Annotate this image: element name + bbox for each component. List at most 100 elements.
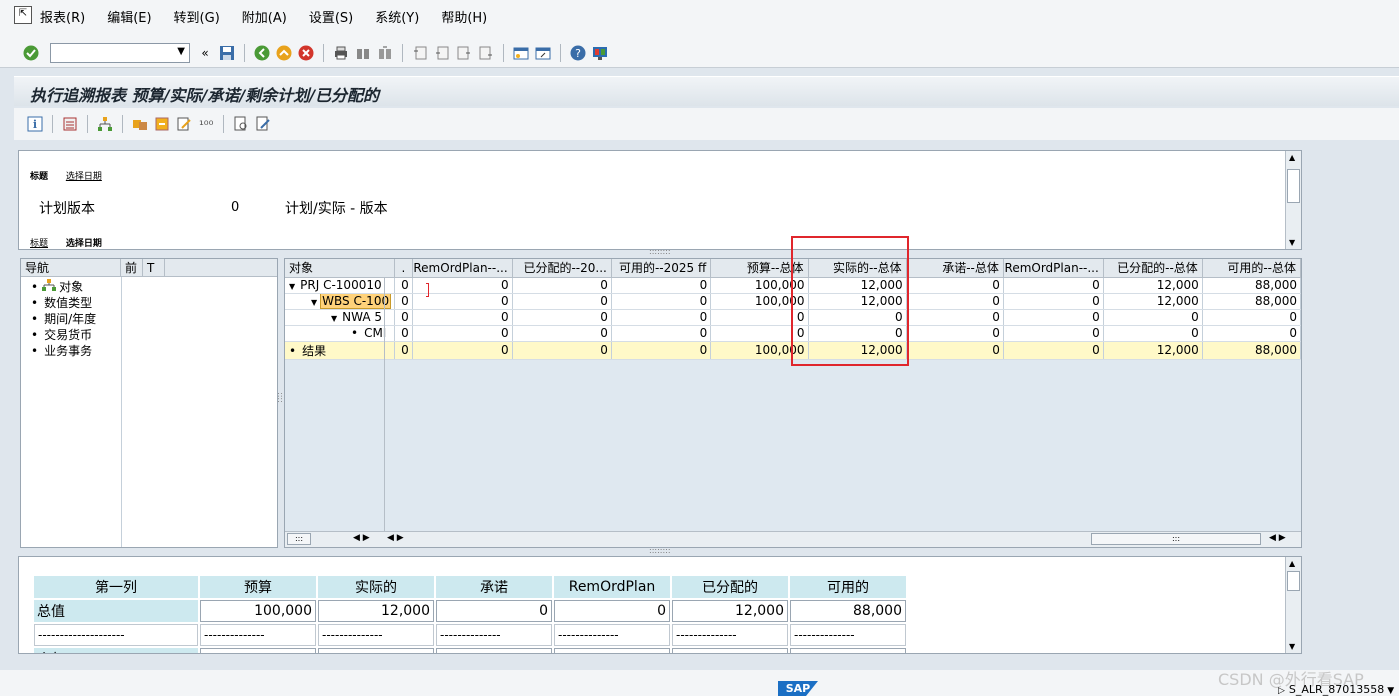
scroll-down-icon[interactable]: ▼	[1289, 238, 1295, 247]
document-search-icon[interactable]	[232, 115, 250, 133]
export-icon[interactable]	[153, 115, 171, 133]
hierarchy-icon[interactable]	[96, 115, 114, 133]
scroll-thumb-right[interactable]: :::	[1091, 533, 1261, 545]
save-icon[interactable]	[218, 44, 236, 62]
expand-arrow-icon[interactable]: ▼	[311, 298, 317, 307]
nav-item-value-type[interactable]: • 数值类型	[31, 295, 277, 311]
double-chevron-left-icon[interactable]: «	[196, 44, 214, 62]
find-icon[interactable]	[354, 44, 372, 62]
splitter-handle[interactable]: ::::::::	[649, 546, 671, 555]
summary-header-assigned: 已分配的	[672, 576, 788, 598]
previous-page-icon[interactable]	[433, 44, 451, 62]
next-page-icon[interactable]	[455, 44, 473, 62]
svg-text:i: i	[33, 118, 37, 131]
object-cell[interactable]: • 结果	[285, 341, 396, 360]
object-cell[interactable]: ▼ PRJ C-100010	[285, 277, 396, 294]
summary-vertical-scrollbar[interactable]: ▲ ▼	[1285, 557, 1301, 653]
scroll-thumb-left[interactable]: :::	[287, 533, 311, 545]
scroll-up-icon[interactable]: ▲	[1289, 153, 1295, 162]
scroll-thumb[interactable]	[1287, 169, 1300, 203]
table-cell: 12,000	[1103, 293, 1203, 310]
table-cell: 0	[611, 341, 712, 360]
find-next-icon[interactable]	[376, 44, 394, 62]
system-info[interactable]: ▷ S_ALR_87013558 ▼	[1278, 683, 1394, 696]
summary-total-cell: 0	[554, 600, 670, 622]
sum-icon[interactable]: ¹⁰⁰	[197, 115, 215, 133]
menu-edit[interactable]: 编辑(E)	[107, 7, 151, 26]
menu-settings[interactable]: 设置(S)	[309, 7, 353, 26]
calculator-icon[interactable]	[61, 115, 79, 133]
menu-extras[interactable]: 附加(A)	[242, 7, 287, 26]
help-icon[interactable]: ?	[569, 44, 587, 62]
column-header-commitment-overall[interactable]: 承诺--总体	[906, 259, 1004, 278]
table-cell: 0	[412, 325, 513, 342]
table-cell: 0	[1003, 341, 1104, 360]
scroll-left-icon[interactable]: ◀ ▶	[353, 533, 370, 543]
menu-system[interactable]: 系统(Y)	[375, 7, 419, 26]
summary-total-label: 总值	[34, 600, 198, 622]
scroll-up-icon[interactable]: ▲	[1289, 559, 1295, 568]
info-icon[interactable]: i	[26, 115, 44, 133]
table-cell: 0	[611, 293, 712, 310]
column-header-available-overall[interactable]: 可用的--总体	[1202, 259, 1301, 278]
enter-check-icon[interactable]	[22, 44, 40, 62]
back-icon[interactable]	[253, 44, 271, 62]
table-cell: 0	[1003, 325, 1104, 342]
chevron-down-icon[interactable]: ▼	[1387, 686, 1394, 696]
scroll-arrows-icon[interactable]: ◀ ▶	[1269, 533, 1286, 543]
document-edit-icon[interactable]	[254, 115, 272, 133]
header-tab-title-link[interactable]: 标题	[30, 239, 48, 249]
play-icon[interactable]: ▷	[1278, 686, 1285, 696]
customize-layout-icon[interactable]	[591, 44, 609, 62]
scroll-down-icon[interactable]: ▼	[1289, 642, 1295, 651]
svg-text:¹⁰⁰: ¹⁰⁰	[199, 118, 214, 132]
transfer-icon[interactable]	[131, 115, 149, 133]
header-vertical-scrollbar[interactable]: ▲ ▼	[1285, 151, 1301, 249]
menu-help[interactable]: 帮助(H)	[441, 7, 487, 26]
header-tab-title[interactable]: 标题	[30, 172, 48, 182]
column-header-object[interactable]: 对象	[285, 259, 396, 278]
expand-arrow-icon[interactable]: ▼	[289, 282, 295, 291]
column-header-assigned-year[interactable]: 已分配的--20...	[512, 259, 612, 278]
shortcut-icon[interactable]	[534, 44, 552, 62]
chevron-down-icon[interactable]: ▼	[177, 46, 185, 57]
column-header-dot[interactable]: .	[394, 259, 413, 278]
navigation-list: • 对象 • 数值类型 • 期间/年度 • 交易货币 • 业务事务	[21, 277, 277, 359]
nav-header-front: 前	[121, 259, 143, 276]
table-cell: 0	[611, 325, 712, 342]
splitter-handle[interactable]: ::::::::	[649, 247, 671, 256]
cancel-icon[interactable]	[297, 44, 315, 62]
menu-goto[interactable]: 转到(G)	[174, 7, 220, 26]
column-header-assigned-overall[interactable]: 已分配的--总体	[1103, 259, 1203, 278]
nav-item-object[interactable]: • 对象	[31, 279, 277, 295]
exit-icon[interactable]	[275, 44, 293, 62]
grid-horizontal-scrollbar[interactable]: ::: ◀ ▶ ◀ ▶ ::: ◀ ▶	[285, 531, 1301, 547]
first-page-icon[interactable]	[411, 44, 429, 62]
object-cell[interactable]: ▼ WBS C-100	[285, 293, 396, 310]
object-cell[interactable]: ▼ NWA 5	[285, 309, 396, 326]
print-icon[interactable]	[332, 44, 350, 62]
create-session-icon[interactable]	[512, 44, 530, 62]
last-page-icon[interactable]	[477, 44, 495, 62]
table-cell: 0	[906, 309, 1004, 326]
menu-exit-icon[interactable]: ⇱	[14, 6, 32, 24]
scroll-thumb[interactable]	[1287, 571, 1300, 591]
nav-item-business-transaction[interactable]: • 业务事务	[31, 343, 277, 359]
header-tab-selection-date[interactable]: 选择日期	[66, 239, 102, 249]
column-header-available-year[interactable]: 可用的--2025 ff	[611, 259, 712, 278]
scroll-right-icon[interactable]: ◀ ▶	[387, 533, 404, 543]
menu-report[interactable]: 报表(R)	[40, 7, 85, 26]
edit-list-icon[interactable]	[175, 115, 193, 133]
object-label: PRJ C-100010	[300, 278, 382, 292]
expand-arrow-icon[interactable]: ▼	[331, 314, 337, 323]
summary-partial-cell	[318, 648, 434, 653]
nav-item-period-year[interactable]: • 期间/年度	[31, 311, 277, 327]
column-header-remordplan-year[interactable]: RemOrdPlan--...	[412, 259, 513, 278]
nav-item-transaction-currency[interactable]: • 交易货币	[31, 327, 277, 343]
header-tab-selection-date-link[interactable]: 选择日期	[66, 172, 102, 182]
column-header-remordplan-overall[interactable]: RemOrdPlan--...	[1003, 259, 1104, 278]
command-field[interactable]: ▼	[50, 42, 190, 63]
table-cell: 0	[512, 309, 612, 326]
summary-total-cell: 0	[436, 600, 552, 622]
object-cell[interactable]: • CMI	[285, 325, 396, 342]
